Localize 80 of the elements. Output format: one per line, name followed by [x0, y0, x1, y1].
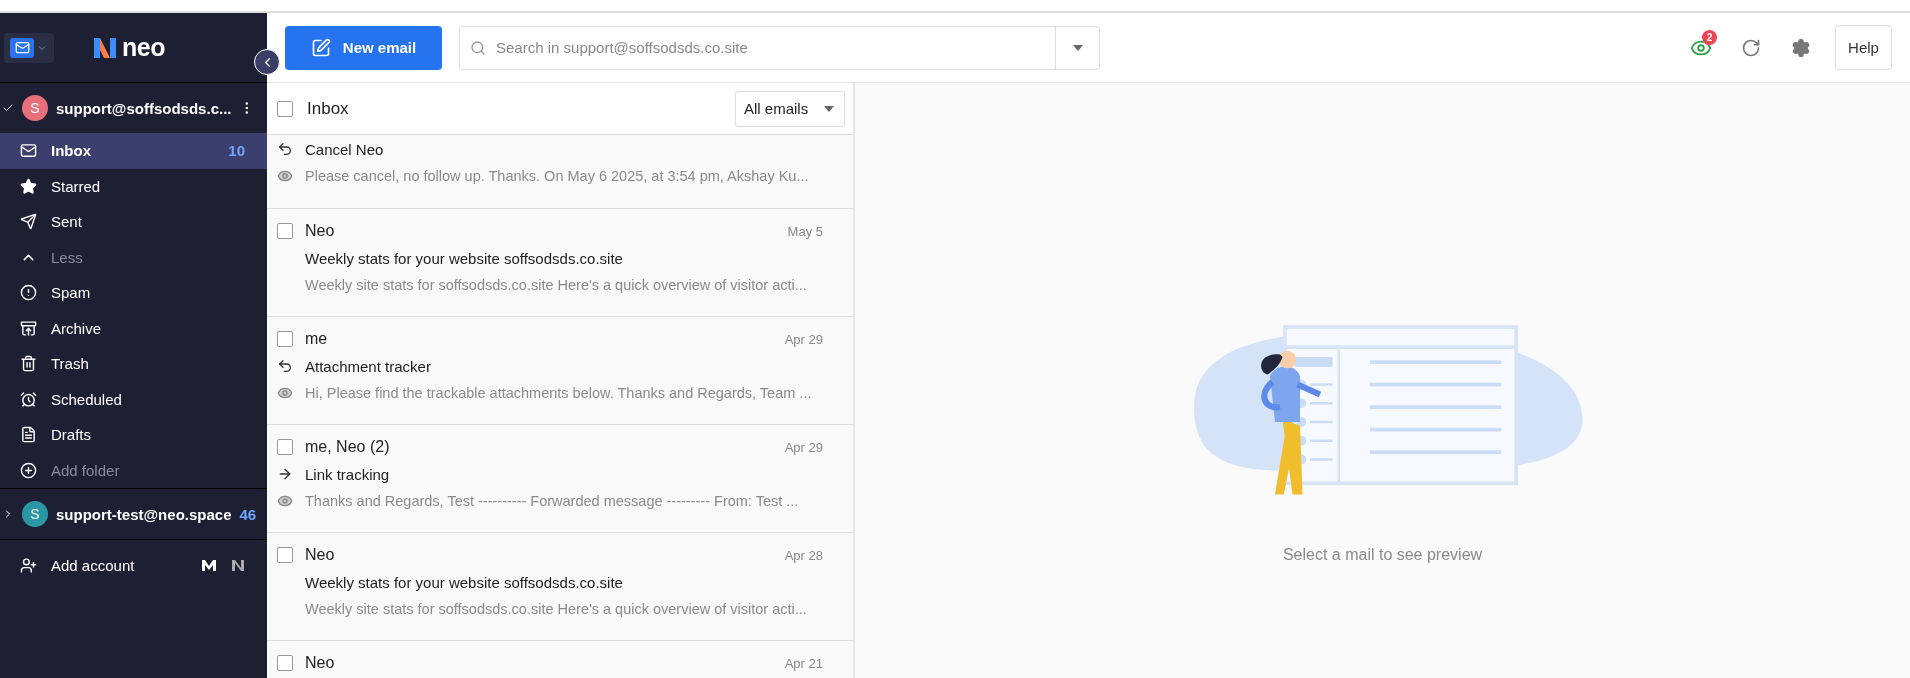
new-email-button[interactable]: New email: [285, 25, 442, 70]
folder-icon: [20, 319, 37, 337]
caret-icon: [824, 105, 834, 112]
email-subject: Cancel Neo: [305, 140, 384, 158]
row-checkbox[interactable]: [277, 223, 293, 239]
unread-count: 46: [239, 505, 257, 523]
folder-item[interactable]: Spam: [0, 275, 267, 311]
list-title: Inbox: [307, 98, 350, 119]
email-row[interactable]: me, Neo (2) Apr 29 Link tracking Thanks and Regards, Test ---------- Forwarded message --------- From: Test ...: [267, 425, 853, 533]
sender-name: Neo: [305, 654, 336, 672]
notification-badge: 2: [1702, 29, 1717, 45]
email-subject: Attachment tracker: [305, 357, 431, 375]
email-row[interactable]: Neo May 5 Weekly stats for your website soffsodsds.co.site Weekly site stats for soffsodsds.co.site Here's a quick overview of visitor acti...: [267, 209, 853, 317]
folder-item[interactable]: Inbox 10: [0, 133, 267, 169]
row-checkbox[interactable]: [277, 439, 293, 455]
email-date: Apr 28: [784, 547, 823, 563]
filter-dropdown[interactable]: All emails: [735, 90, 845, 127]
sender-name: me, Neo (2): [305, 438, 391, 456]
email-date: May 5: [787, 223, 823, 239]
email-subject: Weekly stats for your website soffsodsds.co.site: [305, 573, 623, 591]
add-user-icon: [20, 556, 37, 574]
brand-name: neo: [122, 33, 165, 62]
folder-item[interactable]: Sent: [0, 204, 267, 240]
folder-item[interactable]: Trash: [0, 346, 267, 382]
sidebar-action[interactable]: Add folder: [0, 452, 267, 488]
app-switcher-button[interactable]: [4, 32, 54, 63]
sidebar-action[interactable]: Less: [0, 239, 267, 275]
email-date: Apr 29: [784, 331, 823, 347]
email-preview: Weekly site stats for soffsodsds.co.site Here's a quick overview of visitor acti...: [305, 601, 807, 617]
add-account-row[interactable]: Add account: [0, 540, 267, 590]
folder-icon: [20, 177, 37, 195]
search-input[interactable]: Search in support@soffsodsds.co.site: [494, 26, 1055, 69]
folder-icon: [20, 390, 37, 408]
email-row[interactable]: Neo Apr 21: [267, 641, 853, 678]
row-checkbox[interactable]: [277, 331, 293, 347]
folder-item[interactable]: Archive: [0, 310, 267, 346]
email-row[interactable]: Neo Apr 28 Weekly stats for your website soffsodsds.co.site Weekly site stats for soffsodsds.co.site Here's a quick overview of visitor acti...: [267, 533, 853, 641]
account-avatar: S: [22, 95, 48, 121]
folder-item[interactable]: Starred: [0, 168, 267, 204]
email-subject: Link tracking: [305, 465, 390, 483]
account-avatar: S: [22, 501, 48, 527]
row-checkbox[interactable]: [277, 547, 293, 563]
email-subject: Weekly stats for your website soffsodsds.co.site: [305, 249, 623, 267]
account-email: support@soffsodsds.c...: [56, 99, 232, 117]
folder-icon: [20, 284, 37, 302]
folder-icon: [20, 355, 37, 373]
collapse-sidebar-button[interactable]: [254, 49, 280, 75]
folder-item[interactable]: Scheduled: [0, 381, 267, 417]
help-button[interactable]: Help: [1835, 25, 1892, 70]
m-icon: [201, 558, 217, 572]
mail-icon: [10, 37, 34, 58]
compose-icon: [310, 37, 331, 58]
account-row[interactable]: S support-test@neo.space 46: [0, 489, 267, 539]
folder-icon: [20, 213, 37, 231]
email-row[interactable]: Cancel Neo Please cancel, no follow up. Thanks. On May 6 2025, at 3:54 pm, Akshay Ku...: [267, 135, 853, 209]
account-row[interactable]: S support@soffsodsds.c...: [0, 83, 267, 133]
email-row[interactable]: me Apr 29 Attachment tracker Hi, Please find the trackable attachments below. Thanks and Regards, Team ...: [267, 317, 853, 425]
email-preview: Please cancel, no follow up. Thanks. On May 6 2025, at 3:54 pm, Akshay Ku...: [305, 168, 809, 184]
tracking-button[interactable]: 2: [1679, 25, 1723, 70]
n-icon: [231, 558, 245, 572]
email-date: Apr 29: [784, 439, 823, 455]
row-checkbox[interactable]: [277, 655, 293, 671]
email-preview: Thanks and Regards, Test ---------- Forwarded message --------- From: Test ...: [305, 493, 799, 509]
folder-item[interactable]: Drafts: [0, 417, 267, 453]
search-icon: [470, 39, 486, 56]
folder-icon: [20, 426, 37, 444]
email-date: Apr 21: [784, 655, 823, 671]
account-email: support-test@neo.space: [56, 505, 232, 523]
email-preview: Hi, Please find the trackable attachments below. Thanks and Regards, Team ...: [305, 385, 812, 401]
logo-icon: [92, 35, 118, 60]
select-all-checkbox[interactable]: [277, 100, 293, 117]
folder-icon: [20, 461, 37, 479]
sender-name: Neo: [305, 546, 336, 564]
sender-name: me: [305, 330, 329, 348]
email-preview: Weekly site stats for soffsodsds.co.site Here's a quick overview of visitor acti...: [305, 277, 807, 293]
caret-icon: [1072, 44, 1083, 51]
empty-preview-message: Select a mail to see preview: [1282, 546, 1483, 564]
folder-icon: [20, 142, 37, 160]
sender-name: Neo: [305, 222, 336, 240]
search-field[interactable]: Search in support@soffsodsds.co.site: [459, 25, 1100, 70]
